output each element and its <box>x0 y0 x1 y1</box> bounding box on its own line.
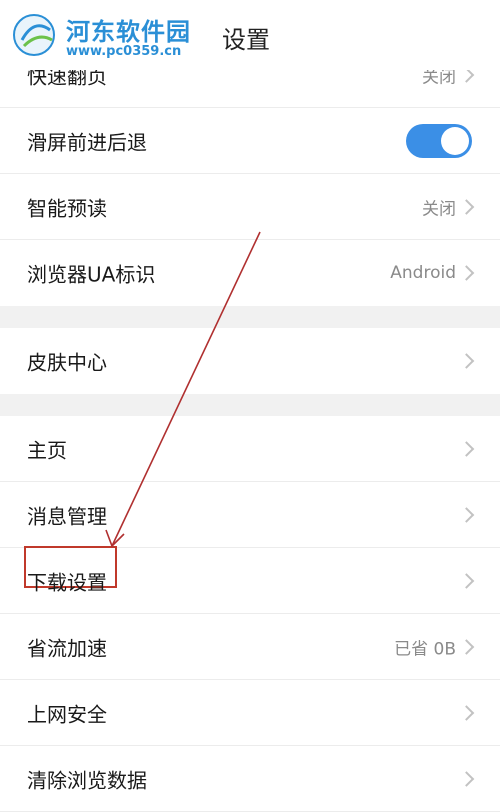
setting-web-security[interactable]: 上网安全 <box>0 680 500 746</box>
setting-homepage[interactable]: 主页 <box>0 416 500 482</box>
setting-value: 关闭 <box>422 199 456 219</box>
setting-download[interactable]: 下载设置 <box>0 546 500 614</box>
setting-value: Android <box>390 263 456 283</box>
setting-value: 已省 0B <box>394 639 456 659</box>
chevron-right-icon <box>458 638 475 655</box>
setting-label: 上网安全 <box>27 702 107 726</box>
setting-label: 皮肤中心 <box>27 350 107 375</box>
chevron-right-icon <box>458 440 475 457</box>
app-header: 河东软件园 www.pc0359.cn 设置 <box>0 0 500 70</box>
watermark-url: www.pc0359.cn <box>66 44 182 59</box>
chevron-right-icon <box>458 198 475 215</box>
setting-user-agent[interactable]: 浏览器UA标识 Android <box>0 240 500 306</box>
setting-clear-browsing-data[interactable]: 清除浏览数据 <box>0 746 500 812</box>
setting-label: 滑屏前进后退 <box>27 130 147 154</box>
setting-message-management[interactable]: 消息管理 <box>0 482 500 548</box>
section-divider <box>0 394 500 416</box>
page-title: 设置 <box>222 26 270 54</box>
chevron-right-icon <box>458 265 475 281</box>
settings-list: 快速翻页 关闭 滑屏前进后退 智能预读 关闭 浏览器UA标识 Android 皮… <box>0 42 500 812</box>
setting-label: 省流加速 <box>27 636 107 660</box>
setting-skin-center[interactable]: 皮肤中心 <box>0 328 500 394</box>
setting-label: 下载设置 <box>27 570 107 594</box>
toggle-knob <box>441 126 469 155</box>
chevron-right-icon <box>458 572 475 589</box>
setting-label: 浏览器UA标识 <box>27 262 156 287</box>
watermark-logo-icon <box>13 14 55 56</box>
chevron-right-icon <box>458 704 475 721</box>
setting-label: 智能预读 <box>27 196 107 220</box>
setting-label: 消息管理 <box>27 504 107 528</box>
setting-smart-preload[interactable]: 智能预读 关闭 <box>0 174 500 240</box>
chevron-right-icon <box>458 506 475 523</box>
setting-data-saving[interactable]: 省流加速 已省 0B <box>0 614 500 680</box>
swipe-toggle[interactable] <box>406 123 472 158</box>
chevron-right-icon <box>458 353 475 369</box>
setting-label: 主页 <box>27 438 67 462</box>
section-divider <box>0 306 500 328</box>
setting-swipe-navigation: 滑屏前进后退 <box>0 108 500 174</box>
chevron-right-icon <box>458 770 475 787</box>
watermark-name: 河东软件园 <box>66 18 191 46</box>
